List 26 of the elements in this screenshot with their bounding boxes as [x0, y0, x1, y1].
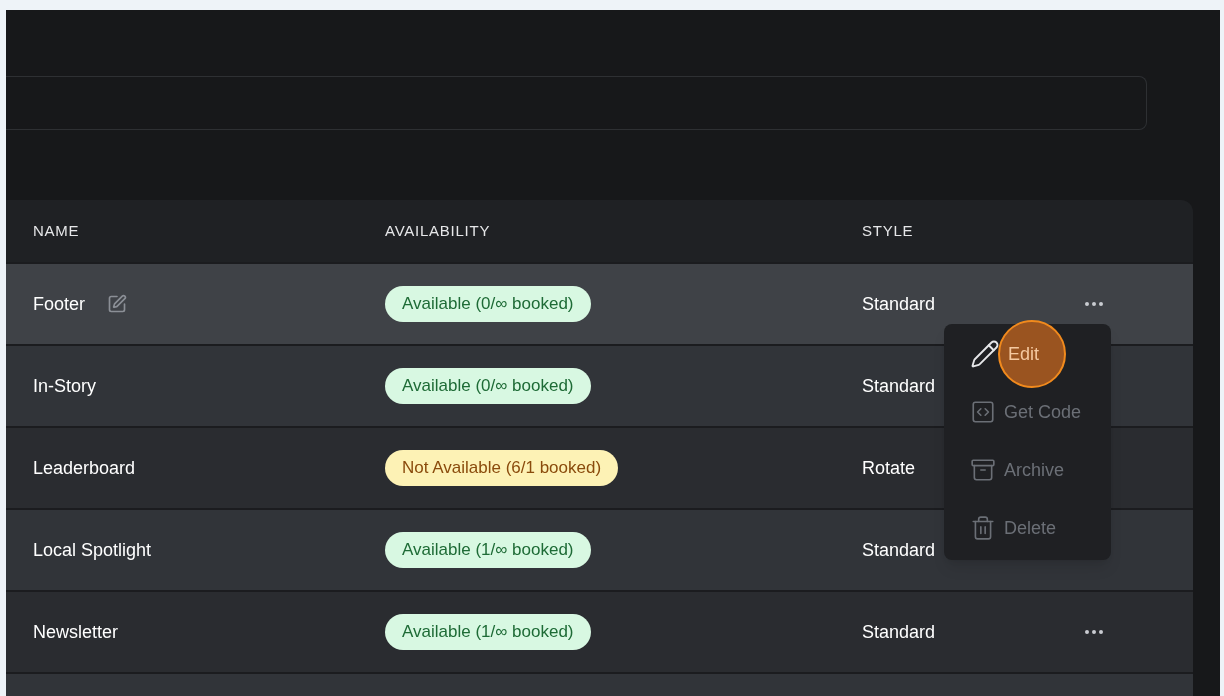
availability-badge: Available (1/∞ booked) — [385, 532, 591, 568]
column-header: STYLE — [862, 220, 914, 241]
trash-icon — [970, 515, 996, 541]
row-name: Footer — [33, 292, 86, 316]
column-header: AVAILABILITY — [385, 220, 492, 241]
row-style: Rotate — [862, 457, 916, 478]
code-icon — [970, 399, 996, 425]
table-row[interactable]: Footer Available (0/∞ booked) Standard — [6, 262, 1193, 344]
row-style: Standard — [862, 621, 936, 642]
row-style: Standard — [862, 293, 936, 314]
row-name: Newsletter — [33, 620, 119, 644]
availability-badge: Available (0/∞ booked) — [385, 368, 591, 404]
row-style: Standard — [862, 375, 936, 396]
edit-icon[interactable] — [107, 294, 128, 314]
availability-badge: Available (0/∞ booked) — [385, 286, 591, 322]
column-header: NAME — [33, 220, 81, 241]
row-name: Leaderboard — [33, 456, 136, 480]
pencil-icon — [970, 339, 1000, 369]
table-row[interactable]: Newsletter Available (1/∞ booked) Standard — [6, 590, 1193, 672]
availability-badge: Available (1/∞ booked) — [385, 614, 591, 650]
row-style: Standard — [862, 539, 936, 560]
archive-icon — [970, 457, 996, 483]
search-field[interactable] — [6, 76, 1147, 130]
availability-badge: Not Available (6/1 booked) — [385, 450, 619, 486]
row-name: In-Story — [33, 374, 97, 398]
row-name: Local Spotlight — [33, 538, 152, 562]
